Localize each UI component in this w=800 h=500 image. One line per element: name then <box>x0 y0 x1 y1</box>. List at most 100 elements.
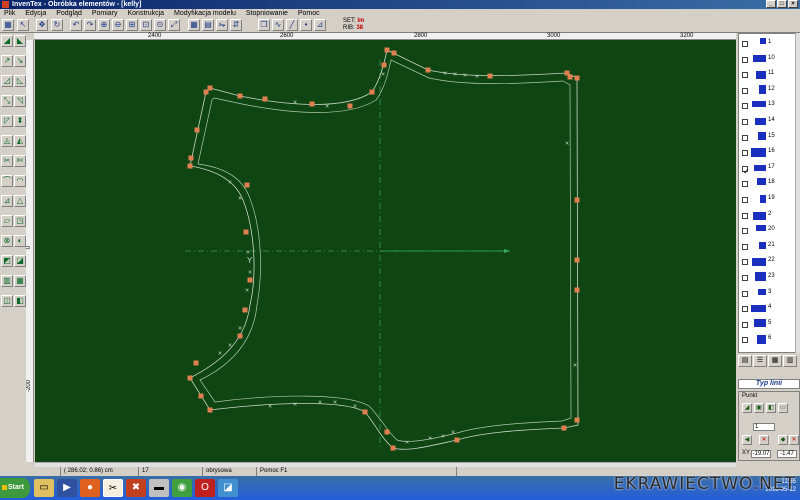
piece-list-item[interactable]: 2 <box>741 208 795 223</box>
pointer-icon[interactable]: ↖ <box>17 19 29 31</box>
piece-checkbox[interactable] <box>742 321 748 328</box>
grid-icon[interactable]: ▦ <box>188 19 200 31</box>
piece-checkbox[interactable] <box>742 103 748 110</box>
construction-tool-icon[interactable]: ↘ <box>14 55 26 67</box>
piece-checkbox[interactable] <box>742 306 748 313</box>
piece-list-item[interactable]: 6 <box>741 332 795 347</box>
construction-tool-icon[interactable]: ↗ <box>1 55 13 67</box>
piece-checkbox[interactable] <box>742 41 748 47</box>
start-button[interactable]: Start <box>0 478 30 498</box>
zoom-window-icon[interactable]: ⊞ <box>126 19 138 31</box>
point-mode-icon[interactable]: ◢ <box>742 403 752 413</box>
construction-tool-icon[interactable]: ◪ <box>14 255 26 267</box>
piece-checkbox[interactable] <box>742 197 748 203</box>
pattern-piece[interactable]: ××× × × × ×××× × × ×××× ×××××××××× Y <box>35 40 736 462</box>
zoom-out-icon[interactable]: ⊖ <box>112 19 124 31</box>
piece-checkbox[interactable] <box>742 275 748 281</box>
delete-point-icon[interactable]: ✕ <box>759 435 769 445</box>
flip-v-icon[interactable]: ⇵ <box>230 19 242 31</box>
menu-konstrukcja[interactable]: Konstrukcja <box>128 10 165 17</box>
menu-modyfikacja[interactable]: Modyfikacja modelu <box>174 10 236 17</box>
measure-icon[interactable]: ⊿ <box>314 19 326 31</box>
piece-checkbox[interactable] <box>742 259 748 266</box>
list-view-button[interactable]: ▤ <box>738 355 752 367</box>
chrome-icon[interactable]: ◉ <box>172 479 192 497</box>
keyboard-icon[interactable]: ▬ <box>149 479 169 497</box>
piece-list-item[interactable]: 16 <box>741 145 795 160</box>
menu-plik[interactable]: Plik <box>4 10 15 17</box>
piece-list-item[interactable]: 3 <box>741 286 795 301</box>
piece-checkbox[interactable] <box>742 72 748 79</box>
piece-list-item[interactable]: 20 <box>741 223 795 238</box>
menu-edycja[interactable]: Edycja <box>25 10 46 17</box>
menu-podglad[interactable]: Podgląd <box>56 10 82 17</box>
flip-h-icon[interactable]: ⇋ <box>216 19 228 31</box>
point-tool-icon[interactable]: ▣ <box>754 403 764 413</box>
construction-tool-icon[interactable]: ◹ <box>14 95 26 107</box>
piece-checkbox[interactable]: ✓ <box>742 165 750 176</box>
construction-tool-icon[interactable]: ◺ <box>14 75 26 87</box>
piece-checkbox[interactable] <box>742 56 748 63</box>
construction-tool-icon[interactable]: ◳ <box>14 215 26 227</box>
piece-list[interactable]: 1 10 11 12 13 14 15 16 ✓ 17 18 19 2 20 21 22 23 3 4 5 6 <box>738 33 796 353</box>
inventex-icon[interactable]: ✂ <box>103 479 123 497</box>
construction-tool-icon[interactable]: ◩ <box>1 255 13 267</box>
piece-checkbox[interactable] <box>742 119 748 125</box>
construction-tool-icon[interactable]: ▦ <box>14 275 26 287</box>
piece-checkbox[interactable] <box>742 290 748 297</box>
zoom-all-icon[interactable]: ⊡ <box>140 19 152 31</box>
rotate-icon[interactable]: ↻ <box>51 19 63 31</box>
x-value-field[interactable]: -19.07 <box>751 450 771 458</box>
piece-list-item[interactable]: 10 <box>741 52 795 67</box>
piece-list-scrollbar[interactable] <box>795 33 800 353</box>
point-cancel-icon[interactable]: ✕ <box>789 435 799 445</box>
zoom-piece-icon[interactable]: ⊙ <box>154 19 166 31</box>
menu-pomiary[interactable]: Pomiary <box>92 10 118 17</box>
construction-tool-icon[interactable]: ◭ <box>14 135 26 147</box>
zoom-in-icon[interactable]: ⊕ <box>98 19 110 31</box>
construction-tool-icon[interactable]: ⌒ <box>1 175 13 187</box>
point-icon[interactable]: • <box>300 19 312 31</box>
redo-icon[interactable]: ↷ <box>84 19 96 31</box>
piece-list-item[interactable]: 21 <box>741 239 795 254</box>
construction-tool-icon[interactable]: ⬍ <box>14 115 26 127</box>
piece-checkbox[interactable] <box>742 337 748 344</box>
move-icon[interactable]: ✥ <box>36 19 48 31</box>
piece-list-item[interactable]: 5 <box>741 317 795 332</box>
piece-checkbox[interactable] <box>742 212 748 219</box>
undo-icon[interactable]: ↶ <box>70 19 82 31</box>
construction-tool-icon[interactable]: ▥ <box>1 275 13 287</box>
construction-tool-icon[interactable]: ✄ <box>14 155 26 167</box>
media-icon[interactable]: ▶ <box>57 479 77 497</box>
piece-list-item[interactable]: 13 <box>741 98 795 113</box>
construction-tool-icon[interactable]: ◠ <box>14 175 26 187</box>
point-curve-icon[interactable]: ▭ <box>778 403 788 413</box>
point-edit-icon[interactable]: ◧ <box>766 403 776 413</box>
piece-list-item[interactable]: 18 <box>741 176 795 191</box>
piece-list-item[interactable]: ✓ 17 <box>741 161 795 176</box>
piece-list-item[interactable]: 19 <box>741 192 795 207</box>
piece-list-item[interactable]: 22 <box>741 254 795 269</box>
construction-tool-icon[interactable]: ◣ <box>14 35 26 47</box>
construction-tool-icon[interactable]: ◬ <box>1 135 13 147</box>
menu-pomoc[interactable]: Pomoc <box>298 10 320 17</box>
piece-checkbox[interactable] <box>742 134 748 141</box>
construction-tool-icon[interactable]: ⊗ <box>1 235 13 247</box>
firefox-icon[interactable]: ● <box>80 479 100 497</box>
opera-icon[interactable]: O <box>195 479 215 497</box>
piece-list-item[interactable]: 23 <box>741 270 795 285</box>
point-number-field[interactable]: 1 <box>753 423 775 431</box>
piece-list-item[interactable]: 11 <box>741 67 795 82</box>
details-view-button[interactable]: ☰ <box>753 355 767 367</box>
grid-view-button[interactable]: ▦ <box>768 355 782 367</box>
menu-stopniowanie[interactable]: Stopniowanie <box>246 10 288 17</box>
layers-icon[interactable]: ▤ <box>202 19 214 31</box>
paint-icon[interactable]: ◪ <box>218 479 238 497</box>
construction-tool-icon[interactable]: ◸ <box>1 115 13 127</box>
piece-checkbox[interactable] <box>742 181 748 188</box>
point-apply-icon[interactable]: ◆ <box>778 435 788 445</box>
piece-checkbox[interactable] <box>742 87 748 94</box>
construction-tool-icon[interactable]: ✂ <box>1 155 13 167</box>
maximize-button[interactable]: □ <box>777 0 787 8</box>
drawing-canvas[interactable]: × × × × × × × × × × × × × × × × × × × × × × × × × × Y <box>35 40 736 462</box>
